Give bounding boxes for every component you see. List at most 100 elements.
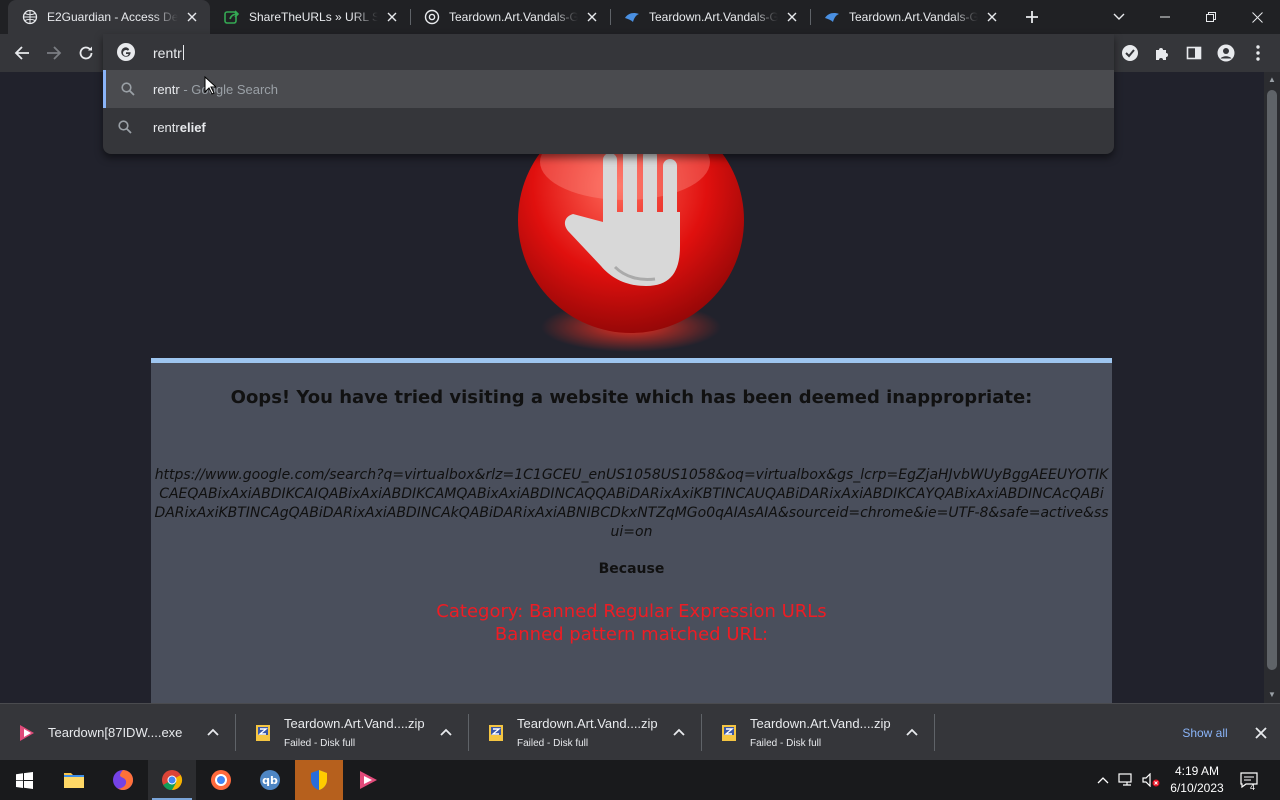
file-explorer-button[interactable] <box>50 760 98 800</box>
tab-search-button[interactable] <box>1096 0 1142 34</box>
address-input[interactable]: rentr <box>153 45 182 61</box>
stop-hand-icon <box>518 142 744 352</box>
clock-time: 4:19 AM <box>1174 764 1220 778</box>
profile-icon <box>1217 44 1235 62</box>
search-icon <box>121 82 135 96</box>
network-button[interactable] <box>1116 760 1138 800</box>
page-viewport: Oops! You have tried visiting a website … <box>0 72 1264 703</box>
download-item[interactable]: Teardown[87IDW....exe <box>0 704 234 761</box>
extensions-button[interactable] <box>1148 39 1176 67</box>
shelf-separator <box>934 714 935 751</box>
windows-start-icon <box>15 771 33 789</box>
qbittorrent-button[interactable]: qb <box>246 760 294 800</box>
volume-button[interactable] <box>1140 760 1162 800</box>
tab-teardown-1[interactable]: Teardown.Art.Vandals-GoldBerg <box>410 0 610 34</box>
close-icon[interactable] <box>584 9 600 25</box>
pattern-line: Banned pattern matched URL: <box>494 624 769 645</box>
download-shelf: Teardown[87IDW....exe Teardown.Art.Vand.… <box>0 703 1280 760</box>
download-status: Failed - Disk full <box>284 738 356 749</box>
security-shield-icon <box>311 770 327 790</box>
address-bar[interactable]: rentr <box>103 34 1114 70</box>
zip-icon <box>722 725 736 741</box>
suggestion-item[interactable]: rentrelief <box>103 108 1114 146</box>
download-item[interactable]: Teardown.Art.Vand....zip Failed - Disk f… <box>236 704 468 761</box>
extension-button[interactable] <box>1116 39 1144 67</box>
restore-icon <box>1206 12 1216 22</box>
search-icon <box>118 120 132 134</box>
block-category: Category: Banned Regular Expression URLs… <box>151 600 1112 646</box>
profile-button[interactable] <box>1212 39 1240 67</box>
notifications-button[interactable] <box>1236 760 1262 800</box>
share-icon <box>224 9 240 25</box>
installer-icon <box>20 725 34 741</box>
download-item[interactable]: Teardown.Art.Vand....zip Failed - Disk f… <box>702 704 934 761</box>
page-heading: Oops! You have tried visiting a website … <box>230 387 1033 408</box>
close-icon[interactable] <box>1252 724 1270 742</box>
system-clock[interactable]: 4:19 AM 6/10/2023 <box>1164 763 1230 797</box>
zip-icon <box>489 725 503 741</box>
chrome-globe-icon <box>22 9 38 25</box>
security-button[interactable] <box>295 760 343 800</box>
tray-overflow-button[interactable] <box>1092 760 1114 800</box>
chrome-icon <box>162 770 183 791</box>
minimize-button[interactable] <box>1142 0 1188 34</box>
chevron-up-icon[interactable] <box>204 723 222 741</box>
browser-button[interactable] <box>197 760 245 800</box>
close-icon[interactable] <box>784 9 800 25</box>
tab-teardown-3[interactable]: Teardown.Art.Vandals-GoldBerg <box>810 0 1010 34</box>
menu-button[interactable] <box>1244 39 1272 67</box>
tab-e2guardian[interactable]: E2Guardian - Access Denied <box>8 0 210 34</box>
minimize-icon <box>1160 16 1170 18</box>
omnibox-dropdown: rentr rentr - Google Search rentrelief <box>103 34 1114 154</box>
download-status: Failed - Disk full <box>517 738 589 749</box>
scroll-up-arrow-icon[interactable]: ▲ <box>1267 75 1277 85</box>
tab-title: Teardown.Art.Vandals-GoldBerg <box>449 10 578 24</box>
volume-muted-icon <box>1142 773 1160 787</box>
mouse-cursor-icon <box>204 76 216 95</box>
restore-button[interactable] <box>1188 0 1234 34</box>
page-scrollbar[interactable]: ▲ ▼ <box>1264 72 1280 703</box>
svg-text:qb: qb <box>262 774 278 787</box>
chevron-up-icon[interactable] <box>670 723 688 741</box>
close-icon[interactable] <box>984 9 1000 25</box>
chevron-up-icon[interactable] <box>903 723 921 741</box>
installer-button[interactable] <box>344 760 392 800</box>
side-panel-icon <box>1186 46 1202 60</box>
tab-title: Teardown.Art.Vandals-GoldBerg <box>649 10 778 24</box>
zip-icon <box>256 725 270 741</box>
download-item[interactable]: Teardown.Art.Vand....zip Failed - Disk f… <box>469 704 701 761</box>
start-button[interactable] <box>0 760 48 800</box>
firefox-button[interactable] <box>99 760 147 800</box>
download-name: Teardown.Art.Vand....zip <box>284 716 425 731</box>
close-icon[interactable] <box>384 9 400 25</box>
show-all-button[interactable]: Show all <box>1166 721 1244 745</box>
chevron-up-icon <box>1097 777 1109 784</box>
chrome-button[interactable] <box>148 760 196 800</box>
scrollbar-thumb[interactable] <box>1267 90 1277 670</box>
network-icon <box>1118 773 1132 786</box>
extension-shield-icon <box>1122 45 1138 61</box>
tab-teardown-2[interactable]: Teardown.Art.Vandals-GoldBerg <box>610 0 810 34</box>
tab-sharetheurls[interactable]: ShareTheURLs » URL Sharer <box>210 0 410 34</box>
tab-strip: E2Guardian - Access Denied ShareTheURLs … <box>0 0 1280 34</box>
openai-icon <box>424 9 440 25</box>
suggestion-typed: rentr <box>153 119 180 135</box>
arrow-right-icon <box>47 46 62 60</box>
tab-title: ShareTheURLs » URL Sharer <box>249 10 378 24</box>
back-button[interactable] <box>8 39 36 67</box>
suggestion-item[interactable]: rentr - Google Search <box>103 70 1114 108</box>
clock-date: 6/10/2023 <box>1170 781 1224 795</box>
side-panel-button[interactable] <box>1180 39 1208 67</box>
chevron-down-icon <box>1113 13 1125 20</box>
scroll-down-arrow-icon[interactable]: ▼ <box>1267 690 1277 700</box>
close-icon[interactable] <box>184 9 200 25</box>
close-window-button[interactable] <box>1234 0 1280 34</box>
arrow-left-icon <box>14 46 29 60</box>
chevron-up-icon[interactable] <box>437 723 455 741</box>
new-tab-button[interactable] <box>1020 5 1044 29</box>
forward-button[interactable] <box>40 39 68 67</box>
firefox-icon <box>113 770 133 790</box>
category-line: Category: Banned Regular Expression URLs <box>436 601 827 622</box>
reload-button[interactable] <box>72 39 100 67</box>
reload-icon <box>79 46 93 60</box>
